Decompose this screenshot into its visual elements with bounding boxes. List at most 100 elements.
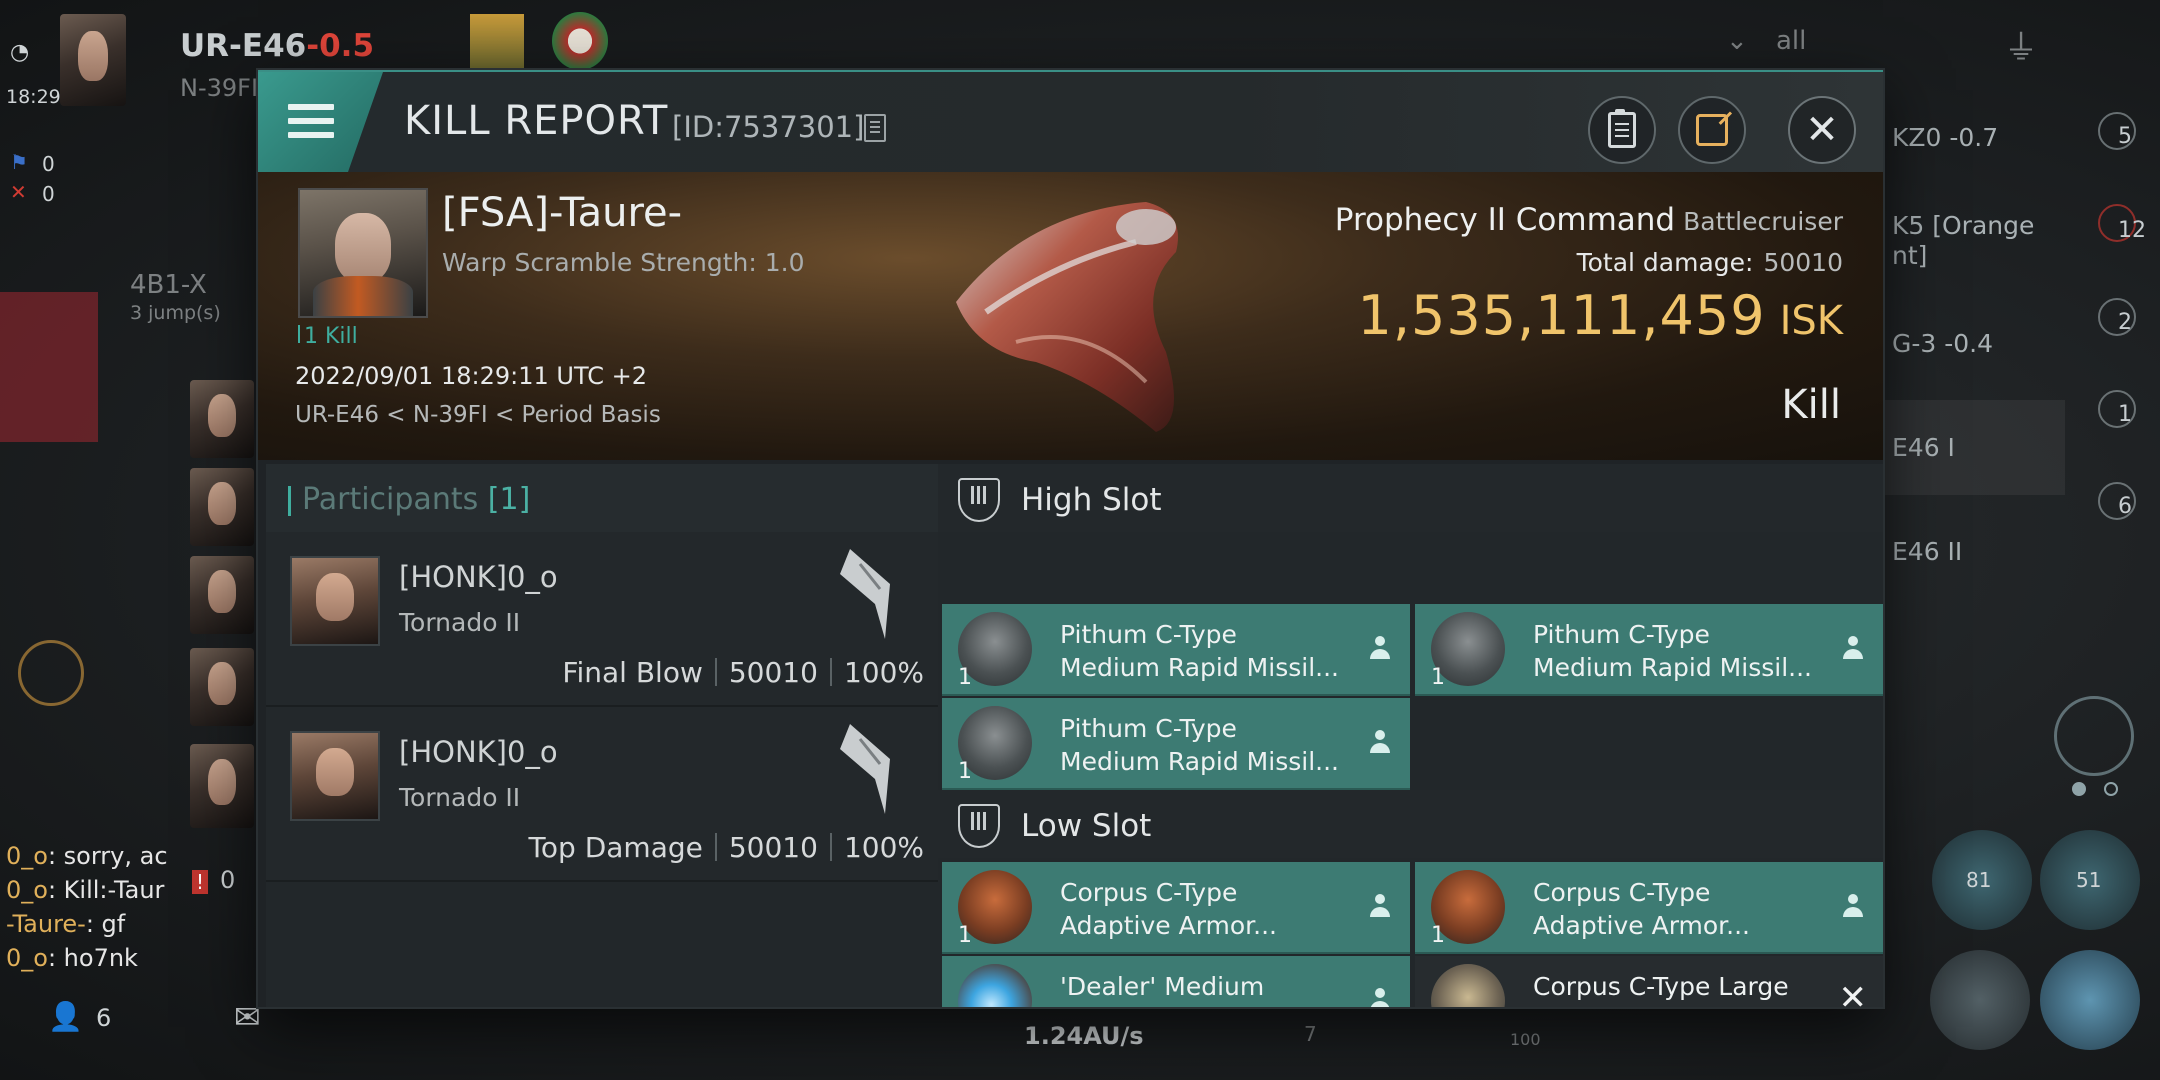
fitted-item[interactable]: 1 Corpus C-Type Adaptive Armor... <box>942 862 1410 954</box>
module-slot[interactable] <box>2040 950 2140 1050</box>
participant-damage: 50010 <box>728 656 818 689</box>
filter-dropdown-chevron-icon[interactable]: ⌄ <box>1726 26 1748 56</box>
filter-icon[interactable]: ⏚ <box>2004 20 2038 69</box>
menu-button[interactable] <box>258 72 383 172</box>
local-pilot-portrait[interactable] <box>190 556 254 634</box>
module-count: 81 <box>1966 868 1992 892</box>
local-pilot-portrait[interactable] <box>190 648 254 726</box>
module-count: 51 <box>2076 868 2102 892</box>
participant-ship-image <box>840 724 890 814</box>
item-name: 'Dealer' Medium Microwarpdrive <box>1060 972 1265 1007</box>
item-name: Corpus C-Type Large Armor Repairer <box>1533 972 1789 1007</box>
contacts-count: 6 <box>96 1004 112 1032</box>
overview-count: 5 <box>2118 124 2132 149</box>
participant-row[interactable]: [HONK]0_o Tornado II Final Blow 50010 100% <box>266 532 938 707</box>
participant-row[interactable]: [HONK]0_o Tornado II Top Damage 50010 100% <box>266 707 938 882</box>
fitted-item[interactable]: 1 Pithum C-Type Medium Rapid Missil... <box>942 698 1410 790</box>
share-button[interactable] <box>1678 96 1746 164</box>
clipboard-button[interactable] <box>1588 96 1656 164</box>
participants-panel: Participants [1] [HONK]0_o Tornado II Fi… <box>266 464 938 1007</box>
overview-item[interactable]: E46 I <box>1880 400 2065 495</box>
item-quantity: 1 <box>958 759 972 784</box>
alliance-logo[interactable] <box>552 12 608 70</box>
participant-stats: Final Blow 50010 100% <box>562 656 924 689</box>
ship-name[interactable]: Prophecy II Command Battlecruiser <box>1335 202 1843 238</box>
participants-count: [1] <box>487 482 531 517</box>
low-slot-label: Low Slot <box>1021 808 1152 844</box>
copy-id-icon[interactable] <box>864 114 886 142</box>
overview-item[interactable]: K5 [Orange nt] <box>1880 195 2065 290</box>
waypoint-name[interactable]: 4B1-X <box>130 270 207 300</box>
bottom-number: 7 <box>1304 1022 1317 1046</box>
chat-line: -Taure-: gf <box>6 910 126 938</box>
module-slot[interactable] <box>1930 950 2030 1050</box>
clipboard-icon <box>1608 109 1636 148</box>
overview-item[interactable]: KZ0 -0.7 <box>1880 90 2065 185</box>
chat-line: 0_o: Kill:-Taur <box>6 876 165 904</box>
waypoint-jumps: 3 jump(s) <box>130 302 221 324</box>
item-name: Corpus C-Type Adaptive Armor... <box>1533 878 1751 940</box>
dropped-pilot-icon <box>1368 730 1392 756</box>
dropped-pilot-icon <box>1841 894 1865 920</box>
player-portrait[interactable] <box>60 14 126 106</box>
local-pilot-portrait[interactable] <box>190 744 254 828</box>
participant-percent: 100% <box>843 656 924 689</box>
standing-red-icon: ✕ <box>10 180 27 204</box>
destroyed-x-icon: ✕ <box>1838 978 1868 1007</box>
overview-toggle-icon[interactable] <box>18 640 84 706</box>
filter-dropdown-value[interactable]: all <box>1776 26 1806 56</box>
mail-icon[interactable]: ✉ <box>234 998 261 1036</box>
isk-value: 1,535,111,459 ISK <box>1358 284 1843 347</box>
high-slot-icon <box>958 478 1000 522</box>
item-quantity: 1 <box>1431 923 1445 948</box>
swap-target-icon[interactable] <box>2054 696 2134 776</box>
close-icon: ✕ <box>1805 107 1839 153</box>
overview-item[interactable]: G-3 -0.4 <box>1880 296 2065 391</box>
victim-ship-image[interactable] <box>916 182 1216 452</box>
dropped-pilot-icon <box>1368 988 1392 1007</box>
bottom-number: 100 <box>1510 1030 1541 1049</box>
fitted-item[interactable]: 1 Pithum C-Type Medium Rapid Missil... <box>942 604 1410 696</box>
item-quantity: 1 <box>958 665 972 690</box>
local-pilot-portrait[interactable] <box>190 468 254 546</box>
standing-blue-count: 0 <box>42 152 55 176</box>
local-pilot-portrait[interactable] <box>190 380 254 458</box>
overview-count: 6 <box>2118 494 2132 519</box>
participant-portrait[interactable] <box>290 731 380 821</box>
armor-repairer-icon <box>1431 964 1505 1007</box>
participant-portrait[interactable] <box>290 556 380 646</box>
overview-count: 1 <box>2118 402 2132 427</box>
contacts-icon[interactable]: 👤 <box>48 1000 83 1033</box>
corp-logo[interactable] <box>470 14 524 68</box>
alert-count: 0 <box>220 866 236 894</box>
clock: 18:29 <box>6 86 61 108</box>
victim-portrait[interactable] <box>298 188 428 318</box>
participant-ship-image <box>840 549 890 639</box>
warp-scramble-strength: Warp Scramble Strength: 1.0 <box>442 248 805 277</box>
menu-icon <box>288 132 334 138</box>
close-button[interactable]: ✕ <box>1788 96 1856 164</box>
share-icon <box>1696 114 1728 146</box>
participants-header: Participants [1] <box>266 464 938 532</box>
dropped-pilot-icon <box>1368 894 1392 920</box>
microwarpdrive-icon <box>958 964 1032 1007</box>
fitted-item[interactable]: 1 'Dealer' Medium Microwarpdrive <box>942 956 1410 1007</box>
fitted-item[interactable]: 1 Corpus C-Type Large Armor Repairer ✕ <box>1415 956 1883 1007</box>
fitted-item[interactable]: 1 Pithum C-Type Medium Rapid Missil... <box>1415 604 1883 696</box>
page-dot <box>2072 782 2086 796</box>
participant-role: Top Damage <box>528 831 703 864</box>
title-bar: KILL REPORT [ID:7537301] ✕ <box>258 72 1883 172</box>
kill-location[interactable]: UR-E46 < N-39FI < Period Basis <box>295 402 661 428</box>
autopilot-button[interactable] <box>0 292 98 442</box>
participants-title: Participants [1] <box>302 482 530 517</box>
system-name[interactable]: UR-E46-0.5 <box>180 28 374 64</box>
victim-name[interactable]: [FSA]-Taure- <box>442 190 682 236</box>
dropped-pilot-icon <box>1368 636 1392 662</box>
overview-item[interactable]: E46 II <box>1880 504 2065 599</box>
participant-percent: 100% <box>843 831 924 864</box>
page-dot <box>2104 782 2118 796</box>
ship-class: Battlecruiser <box>1683 207 1843 236</box>
chat-line: 0_o: sorry, ac <box>6 842 168 870</box>
item-name: Pithum C-Type Medium Rapid Missil... <box>1060 714 1339 776</box>
fitted-item[interactable]: 1 Corpus C-Type Adaptive Armor... <box>1415 862 1883 954</box>
